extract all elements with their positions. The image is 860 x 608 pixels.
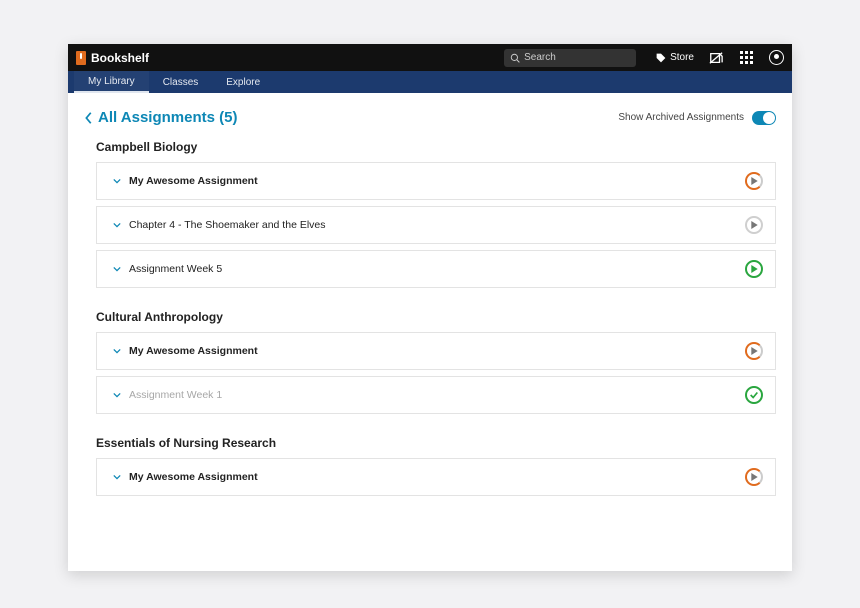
tag-icon [656,53,666,63]
assignment-title: Chapter 4 - The Shoemaker and the Elves [129,219,326,231]
assignment-title: Assignment Week 5 [129,263,222,275]
chevron-down-icon [113,391,121,399]
search-icon [510,53,520,63]
store-link[interactable]: Store [656,52,694,63]
back-to-all-assignments[interactable]: All Assignments (5) [84,109,237,126]
course-title: Cultural Anthropology [96,310,776,324]
tab-my-library[interactable]: My Library [74,71,149,93]
chevron-down-icon [113,473,121,481]
search-input[interactable]: Search [504,49,636,67]
course-title: Campbell Biology [96,140,776,154]
status-not-started-icon[interactable] [745,216,763,234]
tab-explore[interactable]: Explore [212,71,274,93]
chevron-down-icon [113,347,121,355]
chevron-down-icon [113,265,121,273]
content: All Assignments (5) Show Archived Assign… [68,93,792,571]
store-label: Store [670,52,694,63]
course-section: Cultural Anthropology My Awesome Assignme… [84,310,776,414]
chevron-left-icon [84,111,94,125]
archived-label: Show Archived Assignments [618,112,744,123]
search-placeholder: Search [524,52,556,63]
assignment-title: My Awesome Assignment [129,471,258,483]
bookshelf-icon [76,51,86,65]
status-in-progress-icon[interactable] [745,172,763,190]
assignment-row[interactable]: Assignment Week 5 [96,250,776,288]
archived-toggle[interactable] [752,111,776,125]
assignment-row[interactable]: Chapter 4 - The Shoemaker and the Elves [96,206,776,244]
assignment-row[interactable]: My Awesome Assignment [96,162,776,200]
topbar: Bookshelf Search Store [68,44,792,71]
top-actions: Store [656,50,784,66]
page-header: All Assignments (5) Show Archived Assign… [84,109,776,126]
brand-label: Bookshelf [91,51,149,65]
page-title: All Assignments (5) [98,109,237,126]
archived-toggle-row: Show Archived Assignments [618,111,776,125]
status-in-progress-icon[interactable] [745,342,763,360]
course-section: Essentials of Nursing Research My Awesome… [84,436,776,496]
tab-classes[interactable]: Classes [149,71,213,93]
chevron-down-icon [113,177,121,185]
assignment-row[interactable]: Assignment Week 1 [96,376,776,414]
profile-icon[interactable] [768,50,784,66]
assignment-row[interactable]: My Awesome Assignment [96,458,776,496]
chevron-down-icon [113,221,121,229]
navbar: My Library Classes Explore [68,71,792,93]
status-complete-icon[interactable] [745,386,763,404]
status-ready-icon[interactable] [745,260,763,278]
assignment-row[interactable]: My Awesome Assignment [96,332,776,370]
status-in-progress-icon[interactable] [745,468,763,486]
notifications-icon[interactable] [708,50,724,66]
course-title: Essentials of Nursing Research [96,436,776,450]
brand[interactable]: Bookshelf [76,51,149,65]
assignment-title: My Awesome Assignment [129,175,258,187]
assignment-title: My Awesome Assignment [129,345,258,357]
apps-icon[interactable] [738,50,754,66]
course-section: Campbell Biology My Awesome Assignment Cha… [84,140,776,288]
app-window: Bookshelf Search Store My Library Class [68,44,792,571]
assignment-title: Assignment Week 1 [129,389,222,401]
